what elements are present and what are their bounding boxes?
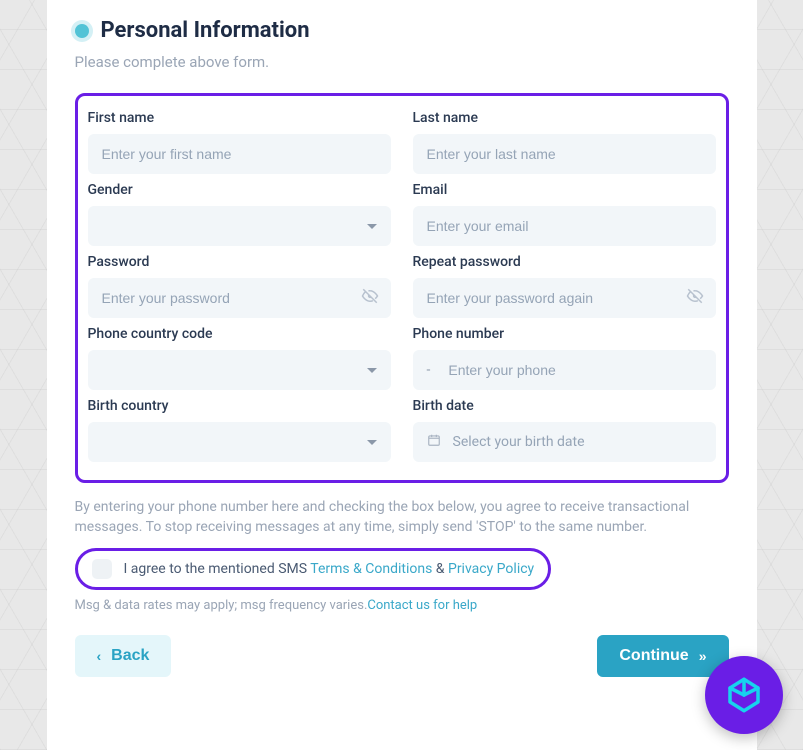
contact-link[interactable]: Contact us for help — [367, 598, 477, 613]
section-indicator-dot — [75, 24, 89, 38]
last-name-input[interactable] — [413, 134, 716, 174]
email-label: Email — [413, 182, 716, 198]
birth-country-label: Birth country — [88, 398, 391, 414]
birth-country-select[interactable] — [88, 422, 391, 462]
phone-number-input[interactable] — [448, 362, 701, 378]
repeat-password-field: Repeat password — [409, 254, 720, 318]
logo-icon — [723, 674, 765, 716]
phone-number-field: Phone number - — [409, 326, 720, 390]
birth-date-label: Birth date — [413, 398, 716, 414]
phone-number-control: - — [413, 350, 716, 390]
birth-date-input[interactable]: Select your birth date — [413, 422, 716, 462]
sms-disclaimer: By entering your phone number here and c… — [75, 497, 729, 538]
birth-date-field: Birth date Select your birth date — [409, 398, 720, 462]
eye-off-icon[interactable] — [361, 287, 379, 309]
phone-number-label: Phone number — [413, 326, 716, 342]
agree-row: I agree to the mentioned SMS Terms & Con… — [75, 548, 552, 590]
repeat-password-label: Repeat password — [413, 254, 716, 270]
first-name-input[interactable] — [88, 134, 391, 174]
phone-prefix: - — [427, 362, 431, 378]
email-field: Email — [409, 182, 720, 246]
privacy-link[interactable]: Privacy Policy — [448, 561, 534, 577]
agree-text: I agree to the mentioned SMS Terms & Con… — [124, 561, 535, 577]
first-name-field: First name — [84, 110, 395, 174]
first-name-label: First name — [88, 110, 391, 126]
continue-button-label: Continue — [619, 647, 688, 665]
repeat-password-input[interactable] — [413, 278, 716, 318]
section-title: Personal Information — [101, 18, 310, 43]
fineprint: Msg & data rates may apply; msg frequenc… — [75, 598, 729, 613]
chevron-down-icon — [367, 368, 377, 373]
birth-country-field: Birth country — [84, 398, 395, 462]
last-name-label: Last name — [413, 110, 716, 126]
continue-button[interactable]: Continue » — [597, 635, 728, 677]
last-name-field: Last name — [409, 110, 720, 174]
help-fab[interactable] — [705, 656, 783, 734]
section-subtitle: Please complete above form. — [75, 53, 729, 71]
back-button[interactable]: ‹ Back — [75, 635, 172, 677]
password-label: Password — [88, 254, 391, 270]
fineprint-text: Msg & data rates may apply; msg frequenc… — [75, 598, 368, 613]
form-container: First name Last name Gender Email Passwo… — [75, 93, 729, 483]
gender-select[interactable] — [88, 206, 391, 246]
terms-link[interactable]: Terms & Conditions — [310, 561, 432, 577]
gender-label: Gender — [88, 182, 391, 198]
chevron-right-double-icon: » — [699, 648, 707, 664]
agree-prefix: I agree to the mentioned SMS — [124, 561, 311, 577]
button-row: ‹ Back Continue » — [75, 635, 729, 677]
chevron-down-icon — [367, 224, 377, 229]
eye-off-icon[interactable] — [686, 287, 704, 309]
phone-code-label: Phone country code — [88, 326, 391, 342]
calendar-icon — [427, 433, 441, 451]
back-button-label: Back — [111, 647, 149, 665]
chevron-down-icon — [367, 440, 377, 445]
phone-code-field: Phone country code — [84, 326, 395, 390]
phone-code-select[interactable] — [88, 350, 391, 390]
gender-field: Gender — [84, 182, 395, 246]
password-field: Password — [84, 254, 395, 318]
form-panel: Personal Information Please complete abo… — [47, 0, 757, 750]
email-input[interactable] — [413, 206, 716, 246]
chevron-left-icon: ‹ — [97, 648, 102, 664]
section-header: Personal Information — [75, 18, 729, 43]
password-input[interactable] — [88, 278, 391, 318]
birth-date-placeholder: Select your birth date — [453, 434, 585, 450]
agree-checkbox[interactable] — [92, 559, 112, 579]
agree-sep: & — [432, 561, 448, 577]
